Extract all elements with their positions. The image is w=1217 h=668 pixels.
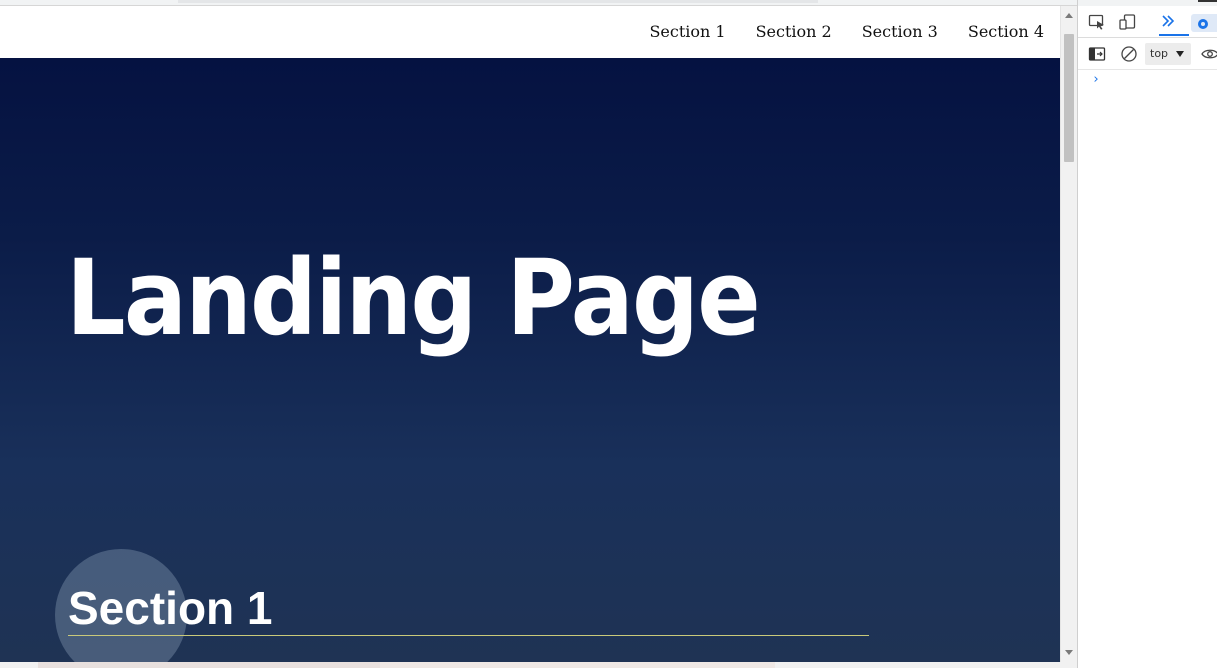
page-viewport: Section 1 Section 2 Section 3 Section 4 … (0, 6, 1060, 662)
console-toolbar: top (1078, 38, 1217, 70)
strip-accent (1198, 0, 1217, 2)
navbar: Section 1 Section 2 Section 3 Section 4 (0, 6, 1060, 58)
horizontal-scrollbar[interactable] (0, 662, 1077, 668)
tab-edge (178, 0, 818, 3)
issues-badge[interactable] (1191, 14, 1217, 32)
nav-link-section-4[interactable]: Section 4 (953, 20, 1044, 44)
browser-window: Section 1 Section 2 Section 3 Section 4 … (0, 0, 1217, 668)
issues-badge-icon (1198, 19, 1208, 29)
sidebar-toggle-icon[interactable] (1086, 43, 1108, 65)
device-toggle-icon[interactable] (1117, 11, 1139, 33)
scroll-up-icon[interactable] (1065, 13, 1073, 18)
devtools-toolbar (1078, 6, 1217, 38)
scrollbar-thumb[interactable] (1064, 34, 1074, 162)
hero-title: Landing Page (66, 237, 761, 359)
chevron-down-icon (1176, 51, 1184, 57)
nav-link-section-1[interactable]: Section 1 (634, 20, 740, 44)
console-prompt-icon[interactable]: › (1092, 72, 1100, 87)
context-selector-label: top (1150, 47, 1169, 60)
devtools-panel: top › (1077, 0, 1217, 668)
nav-list: Section 1 Section 2 Section 3 Section 4 (634, 20, 1044, 44)
nav-link-section-2[interactable]: Section 2 (741, 20, 847, 44)
vertical-scrollbar[interactable] (1060, 6, 1077, 662)
section-1-heading: Section 1 (68, 582, 273, 634)
inspect-element-icon[interactable] (1086, 11, 1108, 33)
scroll-down-icon[interactable] (1065, 650, 1073, 655)
scrollbar-segment (38, 662, 380, 668)
section-divider (68, 635, 869, 636)
context-selector[interactable]: top (1145, 43, 1191, 65)
clear-console-icon[interactable] (1118, 43, 1140, 65)
active-tab-indicator (1159, 34, 1189, 36)
eye-icon[interactable] (1199, 43, 1217, 65)
scrollbar-segment (380, 662, 775, 668)
more-tabs-icon[interactable] (1157, 10, 1179, 32)
nav-link-section-3[interactable]: Section 3 (847, 20, 953, 44)
